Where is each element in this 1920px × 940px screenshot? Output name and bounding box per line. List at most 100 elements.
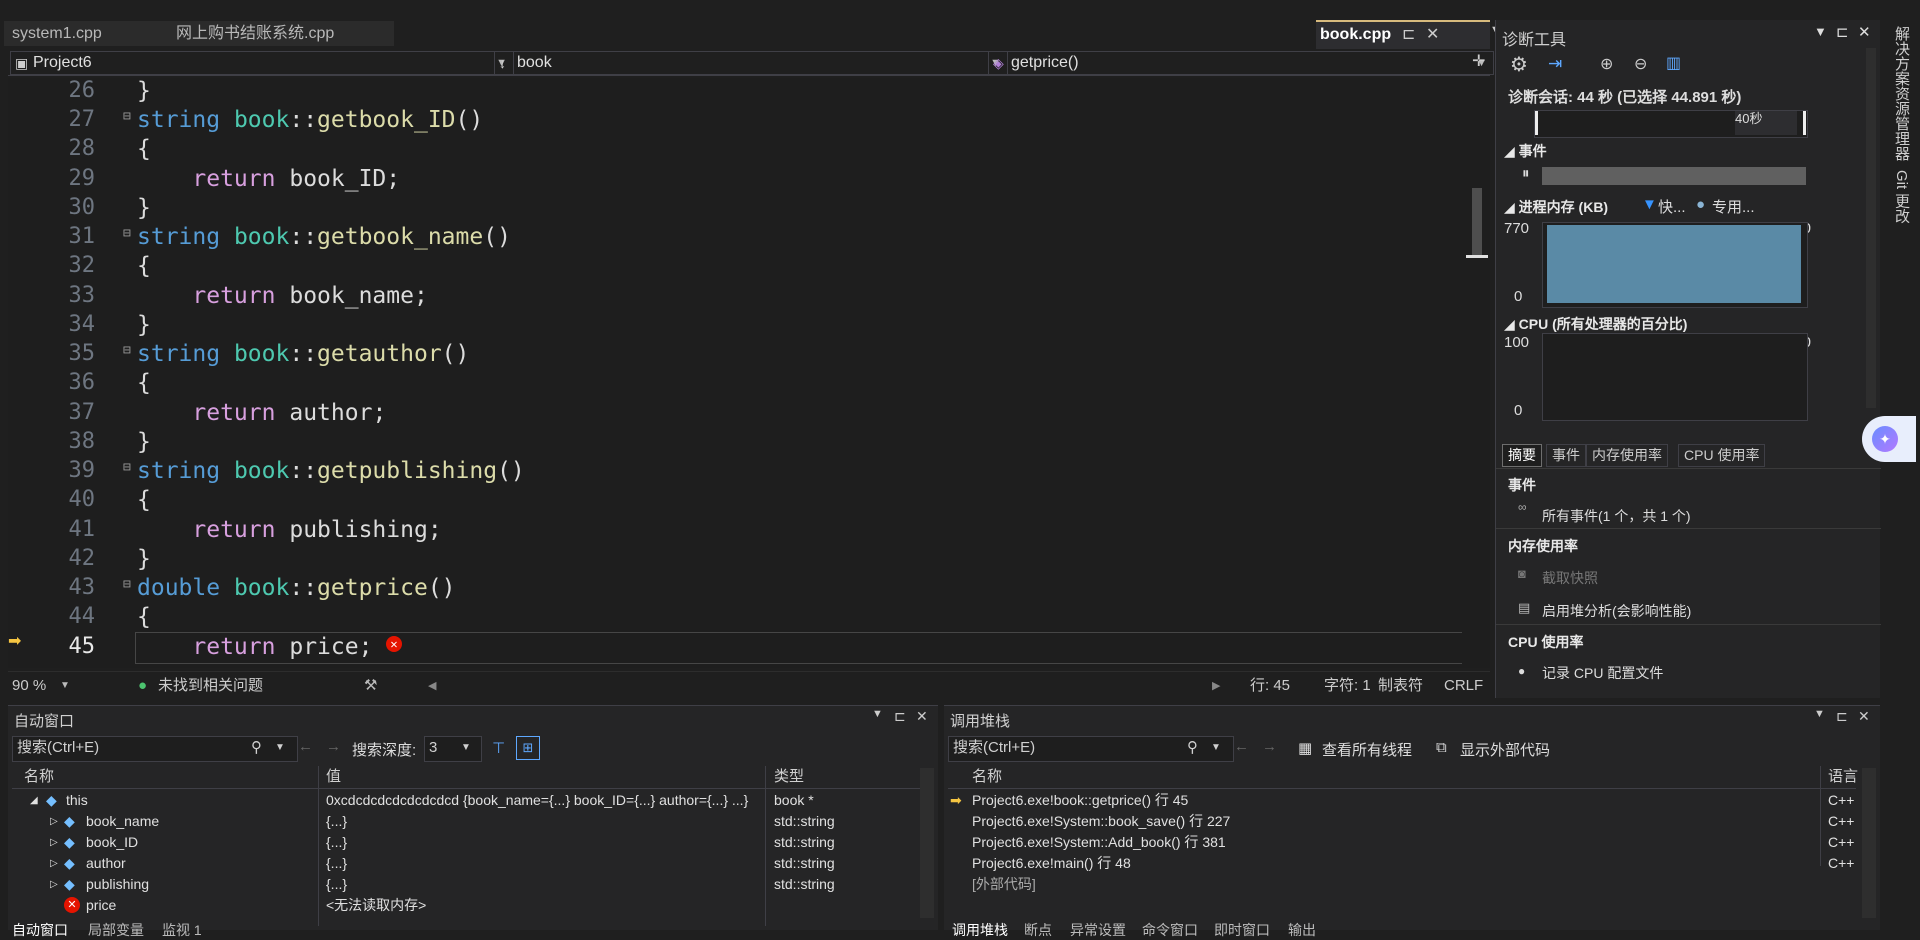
tab-cpu-usage[interactable]: CPU 使用率 <box>1678 444 1766 467</box>
close-tab-icon[interactable]: ✕ <box>1426 22 1439 47</box>
column-name[interactable]: 名称 <box>972 766 1002 788</box>
memory-graph[interactable] <box>1542 222 1808 308</box>
tab-breakpoints[interactable]: 断点 <box>1024 920 1052 940</box>
enable-heap-profiling-button[interactable]: 启用堆分析(会影响性能) <box>1542 601 1691 621</box>
git-changes-tab[interactable]: Git 更改 <box>1891 170 1912 223</box>
tab-output[interactable]: 输出 <box>1288 920 1316 940</box>
indent-mode[interactable]: 制表符 <box>1378 672 1423 700</box>
expand-arrow-icon[interactable]: ▷ <box>50 811 58 832</box>
tab-watch-1[interactable]: 监视 1 <box>162 920 202 940</box>
diag-scrollbar[interactable] <box>1866 48 1876 408</box>
scrollbar-thumb[interactable] <box>1472 188 1482 258</box>
tab-system1-cpp[interactable]: system1.cpp <box>4 21 180 46</box>
search-icon[interactable]: ⚲ <box>251 737 262 759</box>
tab-memory-usage[interactable]: 内存使用率 <box>1586 444 1668 467</box>
all-events-link[interactable]: 所有事件(1 个，共 1 个) <box>1542 506 1691 526</box>
split-icon[interactable]: ✛ <box>1472 51 1485 71</box>
selection-start-handle[interactable] <box>1535 111 1538 135</box>
pin-icon[interactable]: ⊏ <box>1836 23 1849 41</box>
editor-scrollbar[interactable] <box>1462 78 1490 668</box>
line-ending[interactable]: CRLF <box>1444 672 1483 700</box>
pin-to-source-icon[interactable]: ⊤ <box>492 739 505 757</box>
close-icon[interactable]: ✕ <box>1858 708 1870 725</box>
take-snapshot-button[interactable]: 截取快照 <box>1542 568 1598 588</box>
dropdown-icon[interactable]: ▼ <box>1814 24 1827 39</box>
callstack-scrollbar[interactable] <box>1862 768 1876 918</box>
events-section-title[interactable]: ◢ 事件 <box>1504 141 1547 161</box>
search-input[interactable]: 搜索(Ctrl+E) ⚲ ▼ <box>948 736 1234 762</box>
chevron-down-icon[interactable]: ▼ <box>1211 737 1221 759</box>
view-all-threads-button[interactable]: 查看所有线程 <box>1322 739 1412 760</box>
table-row[interactable]: ✕ price <无法读取内存> <box>12 895 920 916</box>
zoom-in-icon[interactable]: ⊕ <box>1600 54 1613 74</box>
column-language[interactable]: 语言 <box>1828 766 1858 788</box>
expand-arrow-icon[interactable]: ▷ <box>50 832 58 853</box>
zoom-dropdown-icon[interactable]: ▼ <box>60 672 70 700</box>
scope-dropdown[interactable]: ↓ book ▼ <box>494 51 1008 75</box>
table-row[interactable]: ▷ ◆ publishing {...} std::string <box>12 874 920 895</box>
project-dropdown[interactable]: ▣ Project6 ▼ <box>10 51 514 75</box>
pause-icon[interactable]: ⏸ <box>1522 165 1530 182</box>
error-icon[interactable]: ✕ <box>386 636 402 652</box>
zoom-out-icon[interactable]: ⊖ <box>1634 54 1647 74</box>
table-row[interactable]: ▷ ◆ book_name {...} std::string <box>12 811 920 832</box>
tab-exception-settings[interactable]: 异常设置 <box>1070 920 1126 940</box>
column-name[interactable]: 名称 <box>24 766 54 788</box>
table-row[interactable]: ➡ Project6.exe!book::getprice() 行 45 C++ <box>948 790 1856 811</box>
search-icon[interactable]: ⚲ <box>1187 737 1198 759</box>
scroll-right-icon[interactable]: ▶ <box>1212 672 1220 700</box>
tab-immediate-window[interactable]: 即时窗口 <box>1214 920 1270 940</box>
close-icon[interactable]: ✕ <box>1858 23 1871 41</box>
issues-status[interactable]: 未找到相关问题 <box>158 672 263 700</box>
table-row[interactable]: [外部代码] <box>948 874 1856 895</box>
toggle-view-icon[interactable]: ⊞ <box>516 736 540 760</box>
pin-icon[interactable]: ⊏ <box>894 708 906 725</box>
code-editor[interactable]: 26 27 28 29 30 31 32 33 34 35 36 37 38 3… <box>8 78 1462 668</box>
tab-call-stack[interactable]: 调用堆栈 <box>952 920 1008 940</box>
selection-end-handle[interactable] <box>1803 111 1806 135</box>
collapse-arrow-icon[interactable]: ◢ <box>30 790 38 811</box>
tab-locals[interactable]: 局部变量 <box>88 920 144 940</box>
table-row[interactable]: Project6.exe!System::book_save() 行 227 C… <box>948 811 1856 832</box>
memory-section-title[interactable]: ◢ 进程内存 (KB) <box>1504 197 1608 217</box>
forward-arrow-icon[interactable]: → <box>1262 738 1277 755</box>
autos-scrollbar[interactable] <box>920 768 934 918</box>
collapse-icon[interactable]: ⊟ <box>123 460 131 475</box>
scroll-left-icon[interactable]: ◀ <box>428 672 436 700</box>
tab-command-window[interactable]: 命令窗口 <box>1142 920 1198 940</box>
tab-events[interactable]: 事件 <box>1546 444 1586 467</box>
tab-summary[interactable]: 摘要 <box>1502 444 1542 467</box>
back-arrow-icon[interactable]: ← <box>1234 738 1249 755</box>
table-row[interactable]: Project6.exe!main() 行 48 C++ <box>948 853 1856 874</box>
chart-icon[interactable]: ▥ <box>1666 53 1681 73</box>
column-type[interactable]: 类型 <box>774 766 804 788</box>
expand-arrow-icon[interactable]: ▷ <box>50 853 58 874</box>
cpu-section-title[interactable]: ◢ CPU (所有处理器的百分比) <box>1504 314 1687 334</box>
cpu-graph[interactable] <box>1542 333 1808 421</box>
expand-arrow-icon[interactable]: ▷ <box>50 874 58 895</box>
solution-explorer-tab[interactable]: 解决方案资源管理器 <box>1891 26 1912 161</box>
pin-icon[interactable]: ⊏ <box>1402 22 1415 47</box>
column-value[interactable]: 值 <box>326 766 341 788</box>
chevron-down-icon[interactable]: ▼ <box>275 737 285 759</box>
search-input[interactable]: 搜索(Ctrl+E) ⚲ ▼ <box>12 736 298 762</box>
tab-book-cpp[interactable]: book.cpp ⊏ ✕ <box>1316 20 1490 49</box>
collapse-icon[interactable]: ⊟ <box>123 343 131 358</box>
zoom-level[interactable]: 90 % <box>12 672 46 700</box>
search-depth-dropdown[interactable]: 3 ▼ <box>424 736 482 762</box>
export-icon[interactable]: ⇥ <box>1548 54 1562 74</box>
back-arrow-icon[interactable]: ← <box>298 738 313 755</box>
table-row[interactable]: Project6.exe!System::Add_book() 行 381 C+… <box>948 832 1856 853</box>
events-track[interactable] <box>1542 167 1806 185</box>
tab-autos[interactable]: 自动窗口 <box>12 920 68 940</box>
show-external-code-button[interactable]: 显示外部代码 <box>1460 739 1550 760</box>
dropdown-icon[interactable]: ▼ <box>872 708 883 720</box>
copilot-button[interactable]: ✦ <box>1862 416 1916 462</box>
table-row[interactable]: ▷ ◆ book_ID {...} std::string <box>12 832 920 853</box>
tab-shopping-system-cpp[interactable]: 网上购书结账系统.cpp <box>168 21 394 46</box>
record-cpu-profile-button[interactable]: 记录 CPU 配置文件 <box>1542 663 1663 683</box>
collapse-icon[interactable]: ⊟ <box>123 226 131 241</box>
timeline-ruler[interactable]: 40秒 <box>1534 110 1808 138</box>
forward-arrow-icon[interactable]: → <box>326 738 341 755</box>
brush-icon[interactable]: ⚒ <box>364 672 377 700</box>
